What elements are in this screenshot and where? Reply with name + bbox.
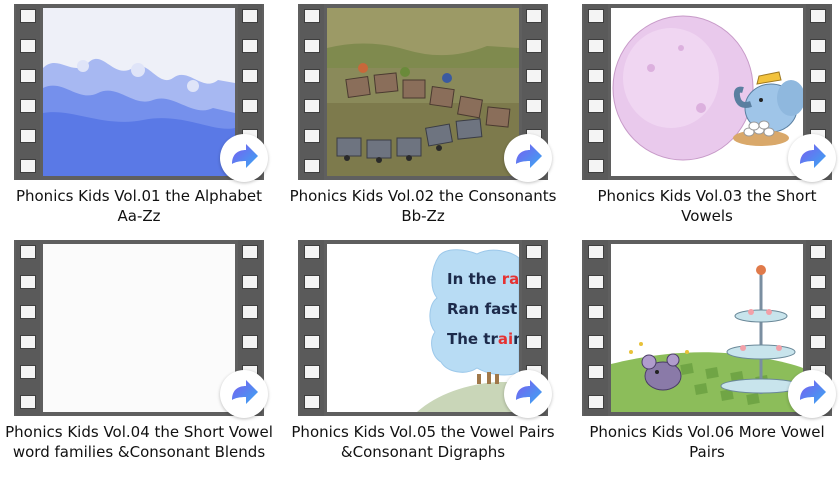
play-arrow-icon[interactable]	[220, 134, 268, 182]
thumbnail-image	[611, 8, 803, 176]
film-hole	[810, 305, 826, 319]
film-hole	[304, 39, 320, 53]
film-hole	[304, 365, 320, 379]
play-arrow-icon[interactable]	[788, 134, 836, 182]
play-arrow-icon[interactable]	[220, 370, 268, 418]
film-rail-left	[300, 4, 324, 180]
play-arrow-icon[interactable]	[504, 134, 552, 182]
film-hole	[526, 69, 542, 83]
thumbnail-image: In the rai Ran fast i The train	[327, 244, 519, 412]
film-hole	[588, 335, 604, 349]
video-title[interactable]: Phonics Kids Vol.05 the Vowel Pairs &Con…	[286, 422, 560, 462]
film-hole	[304, 275, 320, 289]
film-hole	[588, 305, 604, 319]
film-hole	[526, 275, 542, 289]
film-hole	[242, 9, 258, 23]
film-rail-left	[584, 240, 608, 416]
film-hole	[526, 335, 542, 349]
film-hole	[20, 395, 36, 409]
film-hole	[20, 39, 36, 53]
film-hole	[20, 245, 36, 259]
film-hole	[526, 305, 542, 319]
film-hole	[810, 69, 826, 83]
film-strip-thumbnail	[14, 240, 268, 418]
play-arrow-icon[interactable]	[788, 370, 836, 418]
film-hole	[526, 9, 542, 23]
film-hole	[810, 9, 826, 23]
film-hole	[304, 305, 320, 319]
film-hole	[20, 365, 36, 379]
film-hole	[20, 129, 36, 143]
film-hole	[242, 245, 258, 259]
film-hole	[588, 365, 604, 379]
film-hole	[20, 275, 36, 289]
film-hole	[242, 99, 258, 113]
film-hole	[588, 129, 604, 143]
video-title[interactable]: Phonics Kids Vol.01 the Alphabet Aa-Zz	[2, 186, 276, 226]
film-hole	[588, 99, 604, 113]
film-strip-thumbnail	[298, 4, 552, 182]
film-hole	[588, 9, 604, 23]
film-hole	[304, 9, 320, 23]
thumbnail-image	[43, 8, 235, 176]
film-hole	[242, 305, 258, 319]
video-title[interactable]: Phonics Kids Vol.03 the Short Vowels	[570, 186, 840, 226]
film-hole	[20, 9, 36, 23]
thumbnail-image	[43, 244, 235, 412]
film-hole	[810, 245, 826, 259]
film-hole	[304, 69, 320, 83]
film-hole	[304, 129, 320, 143]
film-hole	[810, 335, 826, 349]
thumbnail-image	[327, 8, 519, 176]
film-hole	[588, 245, 604, 259]
film-rail-left	[584, 4, 608, 180]
film-hole	[304, 335, 320, 349]
film-hole	[20, 69, 36, 83]
film-hole	[304, 99, 320, 113]
film-hole	[588, 69, 604, 83]
film-hole	[588, 159, 604, 173]
film-hole	[588, 395, 604, 409]
film-hole	[526, 39, 542, 53]
film-strip-thumbnail	[14, 4, 268, 182]
film-hole	[304, 245, 320, 259]
film-hole	[304, 159, 320, 173]
thumbnail-image	[611, 244, 803, 412]
film-hole	[810, 99, 826, 113]
film-strip-thumbnail: In the rai Ran fast i The train	[298, 240, 552, 418]
video-title[interactable]: Phonics Kids Vol.04 the Short Vowel word…	[2, 422, 276, 462]
film-hole	[20, 335, 36, 349]
play-arrow-icon[interactable]	[504, 370, 552, 418]
film-hole	[588, 39, 604, 53]
speech-line-3: The train	[447, 330, 519, 348]
film-hole	[20, 99, 36, 113]
film-hole	[20, 159, 36, 173]
film-strip-thumbnail	[582, 240, 836, 418]
film-hole	[304, 395, 320, 409]
film-hole	[810, 39, 826, 53]
speech-line-1: In the rai	[447, 270, 519, 288]
film-strip-thumbnail	[582, 4, 836, 182]
film-hole	[20, 305, 36, 319]
film-hole	[526, 99, 542, 113]
film-hole	[242, 275, 258, 289]
speech-line-2: Ran fast i	[447, 300, 519, 318]
film-hole	[526, 245, 542, 259]
film-hole	[242, 69, 258, 83]
film-hole	[242, 335, 258, 349]
film-rail-left	[16, 4, 40, 180]
film-hole	[242, 39, 258, 53]
video-title[interactable]: Phonics Kids Vol.06 More Vowel Pairs	[570, 422, 840, 462]
film-hole	[588, 275, 604, 289]
film-rail-left	[16, 240, 40, 416]
film-hole	[810, 275, 826, 289]
film-rail-left	[300, 240, 324, 416]
video-title[interactable]: Phonics Kids Vol.02 the Consonants Bb-Zz	[286, 186, 560, 226]
